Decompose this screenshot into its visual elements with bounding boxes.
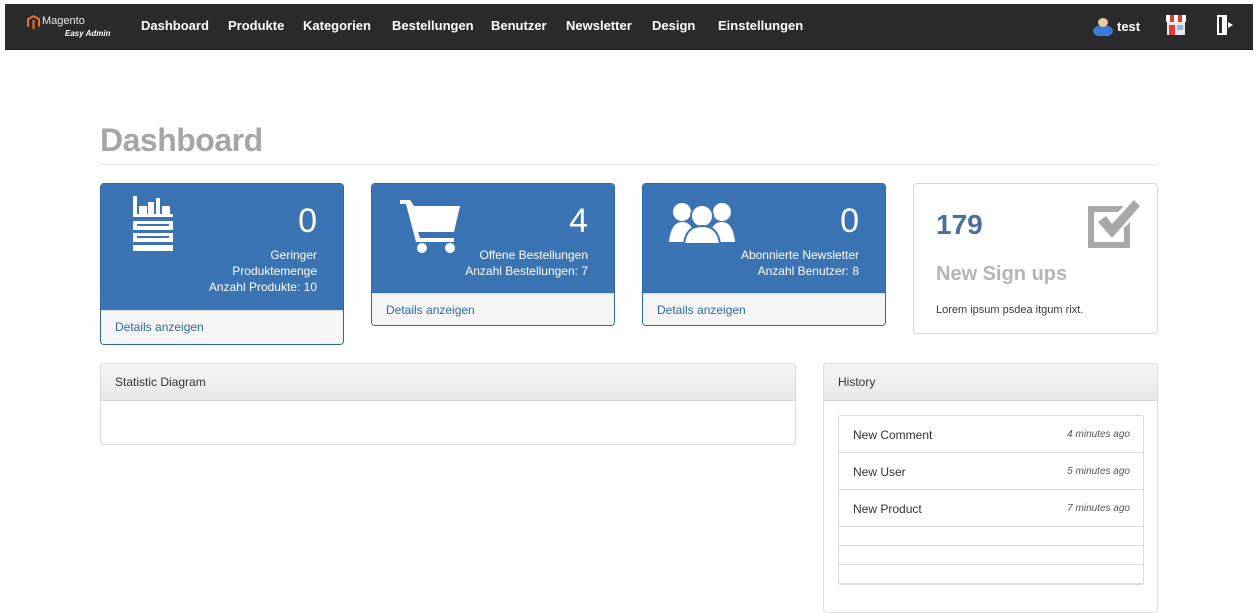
signups-card: 179 New Sign ups Lorem ipsum psdea itgum… [913, 183, 1158, 334]
history-item-time: 7 minutes ago [1067, 503, 1130, 514]
statistic-panel: Statistic Diagram [100, 363, 796, 445]
newsletter-details-label[interactable]: Details anzeigen [657, 294, 746, 317]
list-item-empty [839, 527, 1143, 546]
open-orders-text: Offene Bestellungen Anzahl Bestellungen:… [465, 247, 588, 279]
history-item-time: 5 minutes ago [1067, 466, 1130, 477]
open-orders-line1: Offene Bestellungen [479, 248, 588, 262]
checkbox-icon [1088, 200, 1140, 248]
list-item[interactable]: New Product 7 minutes ago [839, 490, 1143, 527]
card-low-stock: 0 Geringer Produktemenge Anzahl Produkte… [100, 183, 344, 345]
low-stock-line2: Produktemenge [232, 264, 317, 278]
signups-count: 179 [936, 209, 983, 240]
newsletter-text: Abonnierte Newsletter Anzahl Benutzer: 8 [741, 247, 859, 279]
user-name: test [1117, 19, 1141, 34]
open-orders-details-label[interactable]: Details anzeigen [386, 294, 475, 317]
newsletter-details-link[interactable]: Details anzeigen [643, 293, 885, 325]
newsletter-line2: Anzahl Benutzer: 8 [757, 264, 859, 278]
list-item[interactable]: New User 5 minutes ago [839, 453, 1143, 490]
history-item-title: New Product [853, 502, 922, 516]
nav-produkte[interactable]: Produkte [228, 18, 284, 33]
newsletter-count: 0 [840, 202, 859, 240]
signups-text: Lorem ipsum psdea itgum rixt. [936, 304, 1084, 316]
open-orders-count: 4 [569, 202, 588, 240]
history-item-title: New User [853, 465, 906, 479]
top-navbar: Magento Easy Admin Dashboard Produkte Ka… [5, 4, 1253, 50]
signups-label: New Sign ups [936, 263, 1068, 285]
magento-logo-icon [27, 15, 40, 29]
card-newsletter-top: 0 Abonnierte Newsletter Anzahl Benutzer:… [643, 184, 885, 293]
list-item[interactable]: New Comment 4 minutes ago [839, 416, 1143, 453]
low-stock-line1: Geringer [270, 248, 317, 262]
storefront-icon[interactable] [1165, 14, 1187, 36]
nav-bestellungen[interactable]: Bestellungen [392, 18, 474, 33]
nav-kategorien[interactable]: Kategorien [303, 18, 371, 33]
low-stock-details-label[interactable]: Details anzeigen [115, 311, 204, 334]
history-list: New Comment 4 minutes ago New User 5 min… [838, 415, 1144, 585]
history-panel: History New Comment 4 minutes ago New Us… [823, 363, 1158, 613]
card-low-stock-top: 0 Geringer Produktemenge Anzahl Produkte… [101, 184, 343, 310]
open-orders-line2: Anzahl Bestellungen: 7 [465, 264, 588, 278]
open-orders-details-link[interactable]: Details anzeigen [372, 293, 614, 325]
list-item-empty [839, 546, 1143, 565]
nav-einstellungen[interactable]: Einstellungen [718, 18, 803, 33]
low-stock-details-link[interactable]: Details anzeigen [101, 310, 343, 344]
logout-icon[interactable] [1216, 14, 1234, 36]
card-open-orders: 4 Offene Bestellungen Anzahl Bestellunge… [371, 183, 615, 326]
low-stock-text: Geringer Produktemenge Anzahl Produkte: … [209, 247, 317, 295]
history-item-title: New Comment [853, 428, 933, 442]
brand-logo[interactable]: Magento Easy Admin [27, 13, 117, 41]
nav-dashboard[interactable]: Dashboard [141, 18, 209, 33]
warehouse-icon [133, 196, 173, 251]
list-item-empty [839, 565, 1143, 584]
brand-name: Magento [42, 15, 85, 27]
statistic-panel-title: Statistic Diagram [101, 364, 795, 401]
history-panel-title: History [824, 364, 1157, 401]
brand-subtitle: Easy Admin [65, 29, 111, 38]
user-avatar-icon [1093, 16, 1113, 36]
page-title: Dashboard [100, 122, 263, 158]
newsletter-line1: Abonnierte Newsletter [740, 248, 859, 262]
card-newsletter: 0 Abonnierte Newsletter Anzahl Benutzer:… [642, 183, 886, 326]
card-open-orders-top: 4 Offene Bestellungen Anzahl Bestellunge… [372, 184, 614, 293]
nav-newsletter[interactable]: Newsletter [566, 18, 632, 33]
low-stock-count: 0 [298, 202, 317, 240]
users-icon [669, 203, 735, 244]
nav-design[interactable]: Design [652, 18, 695, 33]
title-divider [100, 164, 1158, 165]
history-item-time: 4 minutes ago [1067, 429, 1130, 440]
nav-benutzer[interactable]: Benutzer [491, 18, 547, 33]
cart-icon [400, 200, 460, 253]
low-stock-line3: Anzahl Produkte: 10 [208, 280, 317, 294]
